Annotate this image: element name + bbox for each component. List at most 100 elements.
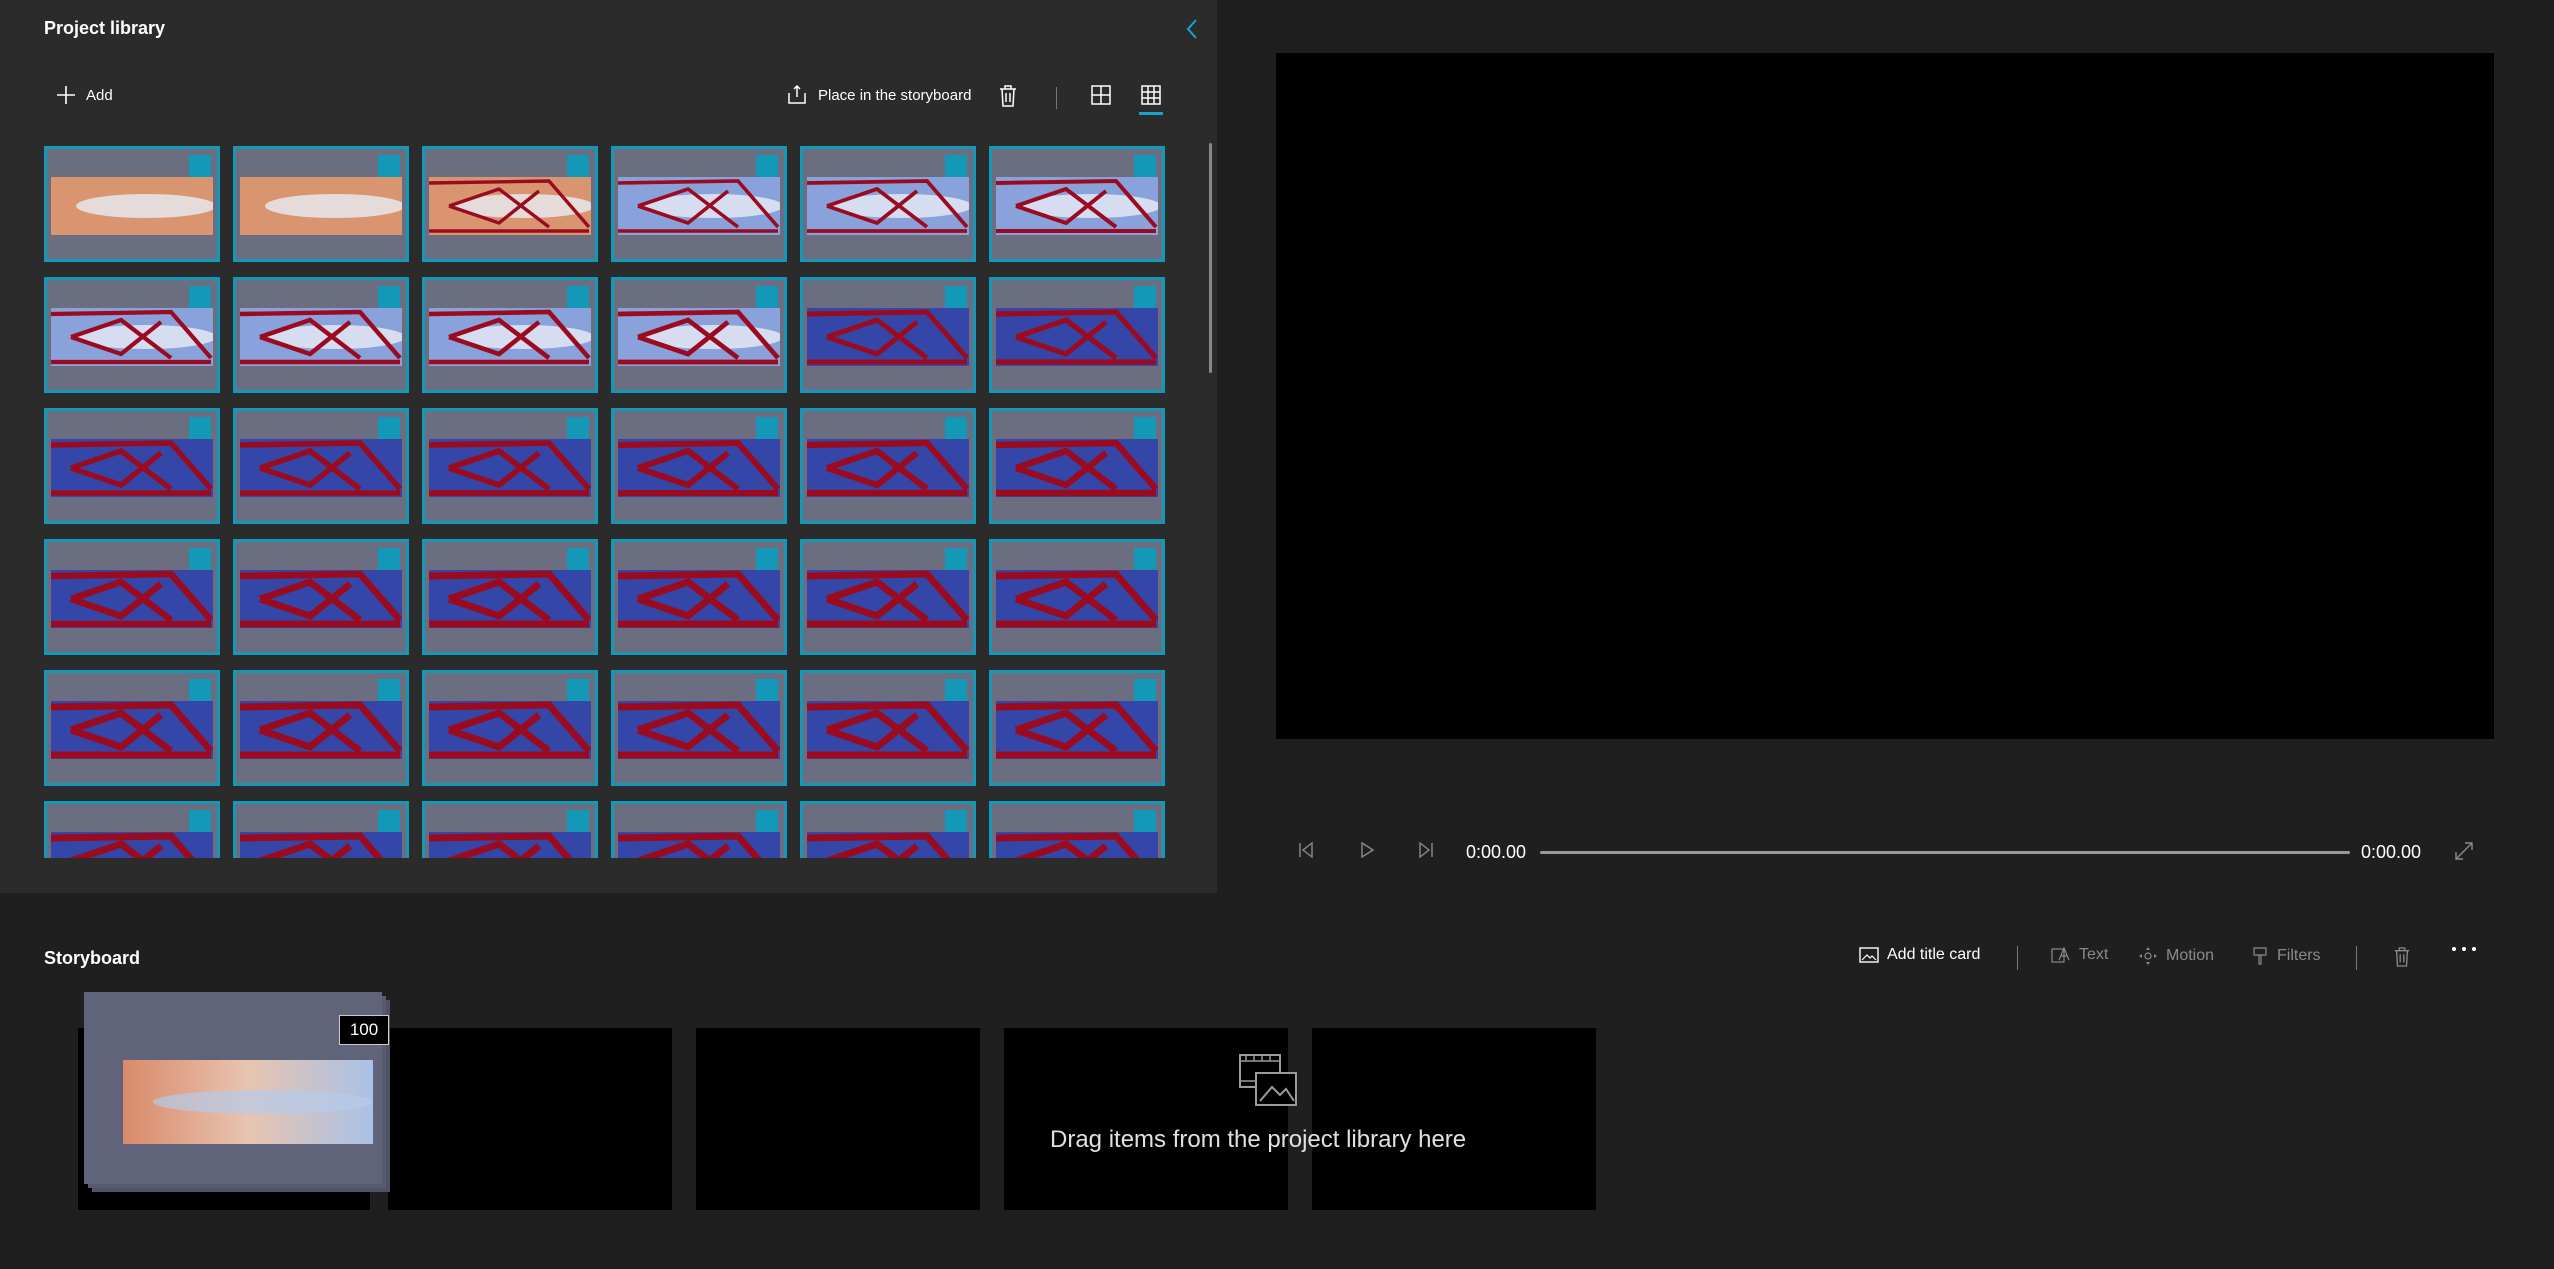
previous-frame-button[interactable] (1297, 840, 1315, 865)
tile-thumbnail (807, 308, 969, 366)
checkbox-checked[interactable] (756, 810, 859, 858)
library-tile[interactable] (611, 539, 859, 655)
checkbox-checked[interactable] (945, 548, 1048, 620)
library-tile[interactable] (800, 539, 1048, 655)
checkbox-checked[interactable] (1134, 548, 1156, 570)
grid-small-icon (1141, 85, 1161, 105)
delete-library-button[interactable] (998, 84, 1018, 113)
checkbox-checked[interactable] (756, 155, 859, 227)
library-tile[interactable] (989, 670, 1165, 786)
library-tile[interactable] (44, 277, 292, 393)
checkbox-checked[interactable] (756, 417, 859, 489)
checkbox-checked[interactable] (189, 155, 292, 227)
delete-clip-button[interactable] (2393, 946, 2411, 968)
motion-button[interactable]: Motion (2138, 946, 2214, 966)
checkbox-checked[interactable] (945, 810, 1048, 858)
tile-thumbnail (51, 701, 213, 759)
library-tile[interactable] (422, 408, 670, 524)
video-preview[interactable] (1276, 53, 2494, 739)
tile-thumbnail (240, 439, 402, 497)
library-tile[interactable] (44, 539, 292, 655)
checkbox-checked[interactable] (567, 417, 670, 489)
collapse-library-button[interactable] (1180, 14, 1204, 44)
library-scrollbar[interactable] (1209, 143, 1212, 373)
checkbox-checked[interactable] (378, 679, 481, 751)
add-media-button[interactable]: Add (56, 85, 113, 105)
library-tile[interactable] (422, 539, 670, 655)
checkbox-checked[interactable] (567, 679, 670, 751)
checkbox-checked[interactable] (189, 286, 292, 358)
checkbox-checked[interactable] (378, 417, 481, 489)
library-tile[interactable] (422, 670, 670, 786)
library-tile[interactable] (233, 408, 481, 524)
checkbox-checked[interactable] (189, 679, 292, 751)
library-tile[interactable] (800, 408, 1048, 524)
library-tile[interactable] (611, 277, 859, 393)
library-tile[interactable] (800, 146, 1048, 262)
checkbox-checked[interactable] (945, 155, 1048, 227)
library-tile[interactable] (233, 801, 481, 858)
library-tile[interactable] (800, 670, 1048, 786)
add-title-card-button[interactable]: Add title card (1859, 946, 1980, 964)
checkbox-checked[interactable] (189, 548, 292, 620)
fullscreen-button[interactable] (2454, 841, 2474, 866)
checkbox-checked[interactable] (1134, 155, 1156, 177)
checkbox-checked[interactable] (567, 286, 670, 358)
seek-bar[interactable] (1540, 851, 2350, 854)
library-tile[interactable] (422, 801, 670, 858)
next-frame-button[interactable] (1417, 840, 1435, 865)
checkbox-checked[interactable] (378, 548, 481, 620)
library-tile[interactable] (44, 146, 292, 262)
library-tile[interactable] (989, 539, 1165, 655)
checkbox-checked[interactable] (1134, 810, 1156, 832)
checkbox-checked[interactable] (378, 155, 481, 227)
library-tile[interactable] (44, 801, 292, 858)
library-tile[interactable] (233, 670, 481, 786)
library-tile[interactable] (233, 146, 481, 262)
checkbox-checked[interactable] (189, 810, 292, 858)
library-tile[interactable] (44, 670, 292, 786)
more-options-button[interactable] (2451, 946, 2477, 952)
checkbox-checked[interactable] (1134, 417, 1156, 439)
library-tile[interactable] (233, 277, 481, 393)
library-tile[interactable] (611, 801, 859, 858)
checkbox-checked[interactable] (378, 810, 481, 858)
checkbox-checked[interactable] (1134, 679, 1156, 701)
storyboard-slot[interactable] (696, 1028, 980, 1210)
checkbox-checked[interactable] (189, 417, 292, 489)
library-tile[interactable] (989, 408, 1165, 524)
library-tile[interactable] (611, 408, 859, 524)
checkbox-checked[interactable] (945, 286, 1048, 358)
filters-button[interactable]: Filters (2251, 946, 2321, 966)
checkbox-checked[interactable] (756, 548, 859, 620)
plus-icon (57, 86, 75, 104)
checkbox-checked[interactable] (567, 155, 670, 227)
large-grid-view-button[interactable] (1090, 84, 1112, 111)
library-tile[interactable] (800, 801, 1048, 858)
library-tile[interactable] (800, 277, 1048, 393)
place-in-storyboard-button[interactable]: Place in the storyboard (786, 85, 971, 105)
library-tile[interactable] (989, 146, 1165, 262)
library-tile[interactable] (44, 408, 292, 524)
checkbox-checked[interactable] (1134, 286, 1156, 308)
storyboard-slot[interactable] (1312, 1028, 1596, 1210)
checkbox-checked[interactable] (756, 679, 859, 751)
checkbox-checked[interactable] (567, 810, 670, 858)
storyboard-slot[interactable] (388, 1028, 672, 1210)
library-tile[interactable] (989, 277, 1165, 393)
text-button[interactable]: Text (2051, 946, 2108, 964)
library-tile[interactable] (611, 146, 859, 262)
checkbox-checked[interactable] (567, 548, 670, 620)
checkbox-checked[interactable] (378, 286, 481, 358)
checkbox-checked[interactable] (756, 286, 859, 358)
play-button[interactable] (1358, 840, 1376, 865)
library-tile[interactable] (422, 277, 670, 393)
library-tile[interactable] (233, 539, 481, 655)
library-tile[interactable] (422, 146, 670, 262)
small-grid-view-button[interactable] (1140, 84, 1162, 111)
tile-thumbnail (240, 701, 402, 759)
checkbox-checked[interactable] (945, 417, 1048, 489)
library-tile[interactable] (989, 801, 1165, 858)
checkbox-checked[interactable] (945, 679, 1048, 751)
library-tile[interactable] (611, 670, 859, 786)
